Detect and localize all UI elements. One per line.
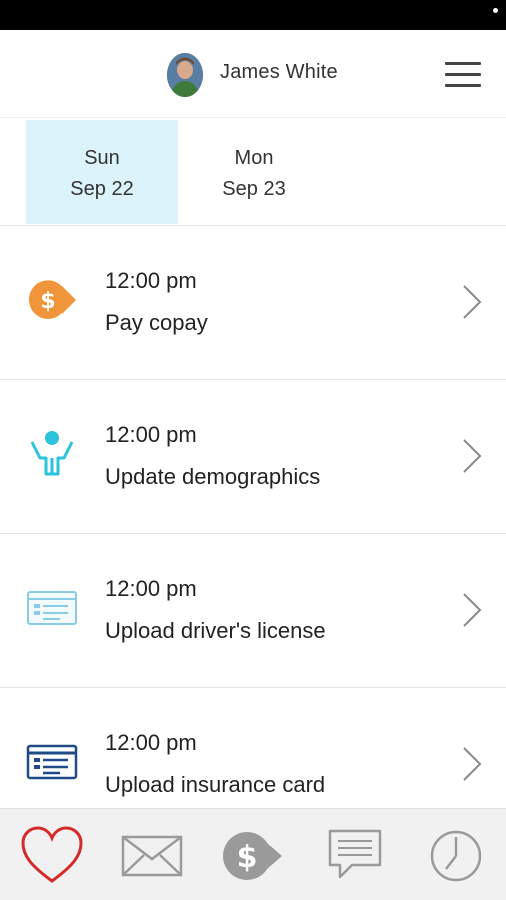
- task-title: Upload insurance card: [105, 772, 326, 797]
- task-time: 12:00 pm: [105, 268, 197, 293]
- clock-icon: [430, 830, 482, 882]
- person-icon: [26, 428, 78, 480]
- tab-date-label: Sep 22: [70, 178, 134, 200]
- svg-text:$: $: [40, 289, 55, 314]
- bottom-nav: $: [0, 808, 506, 900]
- avatar[interactable]: [167, 53, 203, 97]
- id-card-icon: [26, 582, 78, 634]
- task-title: Update demographics: [105, 464, 321, 489]
- tab-date-label: Sep 23: [222, 178, 286, 200]
- task-update-demographics[interactable]: 12:00 pm Update demographics: [0, 380, 506, 534]
- heart-icon: [21, 826, 83, 883]
- mail-icon: [121, 835, 183, 877]
- task-upload-drivers-license[interactable]: 12:00 pm Upload driver's license: [0, 534, 506, 688]
- nav-history[interactable]: [424, 825, 488, 887]
- date-tabs: Sun Sep 22 Mon Sep 23: [0, 118, 506, 226]
- task-title: Upload driver's license: [105, 618, 326, 643]
- chevron-right-icon: [460, 284, 484, 320]
- task-time: 12:00 pm: [105, 422, 197, 447]
- insurance-card-icon: [26, 736, 78, 788]
- chat-icon: [328, 829, 382, 879]
- menu-button[interactable]: [440, 58, 486, 92]
- menu-line: [445, 73, 481, 76]
- menu-line: [445, 84, 481, 87]
- chevron-right-icon: [460, 438, 484, 474]
- dollar-tag-icon: $: [223, 832, 282, 880]
- task-pay-copay[interactable]: $ 12:00 pm Pay copay: [0, 226, 506, 380]
- chevron-right-icon: [460, 592, 484, 628]
- status-bar: [0, 0, 506, 30]
- dollar-tag-icon: $: [26, 274, 78, 326]
- task-title: Pay copay: [105, 310, 208, 335]
- app-header: James White: [0, 30, 506, 118]
- user-name: James White: [220, 61, 338, 83]
- tab-day-label: Sun: [84, 147, 120, 169]
- task-list: $ 12:00 pm Pay copay 12:00 pm Update dem…: [0, 226, 506, 808]
- nav-favorites[interactable]: [20, 825, 84, 887]
- task-time: 12:00 pm: [105, 730, 197, 755]
- nav-payments[interactable]: $: [220, 825, 284, 887]
- task-upload-insurance-card[interactable]: 12:00 pm Upload insurance card: [0, 688, 506, 808]
- menu-line: [445, 62, 481, 65]
- nav-chat[interactable]: [324, 825, 388, 887]
- task-time: 12:00 pm: [105, 576, 197, 601]
- status-indicator: [493, 8, 498, 13]
- nav-messages[interactable]: [120, 825, 184, 887]
- chevron-right-icon: [460, 746, 484, 782]
- tab-sun-sep-22[interactable]: Sun Sep 22: [26, 120, 178, 224]
- svg-text:$: $: [237, 840, 258, 875]
- tab-mon-sep-23[interactable]: Mon Sep 23: [178, 120, 330, 224]
- tab-day-label: Mon: [234, 147, 274, 169]
